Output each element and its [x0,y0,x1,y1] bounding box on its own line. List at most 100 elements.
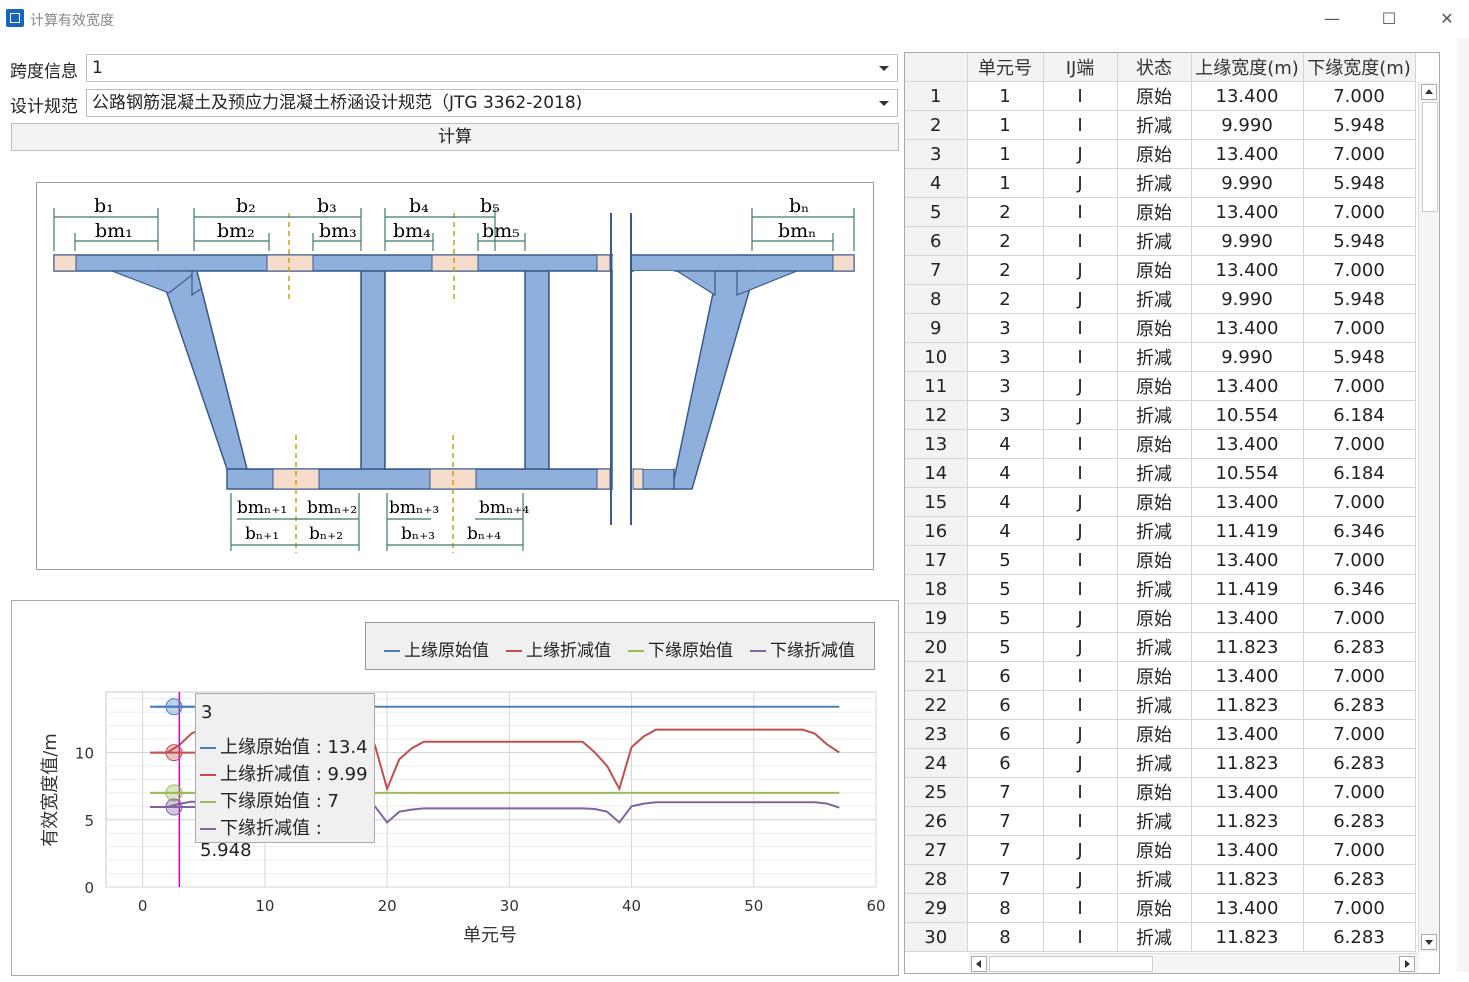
table-cell[interactable]: 13.400 [1191,255,1304,285]
table-cell[interactable]: 11.419 [1191,516,1304,546]
table-cell[interactable]: 7 [967,864,1044,894]
scroll-up-button[interactable] [1421,84,1437,100]
table-cell[interactable]: 原始 [1117,835,1192,865]
table-cell[interactable]: J [1043,255,1118,285]
row-number[interactable]: 19 [905,603,968,633]
table-row[interactable]: 14 4 I 折减 10.554 6.184 [905,458,1416,488]
table-cell[interactable]: 9.990 [1191,226,1304,256]
table-cell[interactable]: I [1043,690,1118,720]
table-cell[interactable]: 6.283 [1303,632,1416,662]
table-row[interactable]: 13 4 I 原始 13.400 7.000 [905,429,1416,459]
table-cell[interactable]: 折减 [1117,110,1192,140]
table-cell[interactable]: 5.948 [1303,226,1416,256]
table-cell[interactable]: 9.990 [1191,284,1304,314]
table-cell[interactable]: 11.823 [1191,864,1304,894]
table-cell[interactable]: 6 [967,748,1044,778]
table-cell[interactable]: 7.000 [1303,893,1416,923]
table-cell[interactable]: 原始 [1117,429,1192,459]
table-row[interactable]: 11 3 J 原始 13.400 7.000 [905,371,1416,401]
row-number[interactable]: 30 [905,922,968,952]
table-row[interactable]: 27 7 J 原始 13.400 7.000 [905,835,1416,865]
column-header[interactable]: 上缘宽度(m) [1191,53,1304,82]
table-cell[interactable]: 折减 [1117,748,1192,778]
row-number[interactable]: 18 [905,574,968,604]
close-button[interactable]: ✕ [1427,6,1467,32]
table-cell[interactable]: J [1043,603,1118,633]
table-row[interactable]: 15 4 J 原始 13.400 7.000 [905,487,1416,517]
row-number[interactable]: 7 [905,255,968,285]
table-row[interactable]: 20 5 J 折减 11.823 6.283 [905,632,1416,662]
table-cell[interactable]: 原始 [1117,603,1192,633]
table-cell[interactable]: 6 [967,690,1044,720]
table-cell[interactable]: 7.000 [1303,487,1416,517]
table-row[interactable]: 22 6 I 折减 11.823 6.283 [905,690,1416,720]
table-cell[interactable]: 13.400 [1191,835,1304,865]
table-cell[interactable]: 折减 [1117,342,1192,372]
table-row[interactable]: 21 6 I 原始 13.400 7.000 [905,661,1416,691]
table-cell[interactable]: I [1043,342,1118,372]
table-cell[interactable]: 3 [967,400,1044,430]
table-cell[interactable]: 4 [967,516,1044,546]
row-number[interactable]: 12 [905,400,968,430]
maximize-button[interactable]: ☐ [1369,6,1409,32]
scroll-down-button[interactable] [1421,934,1437,950]
minimize-button[interactable]: — [1312,6,1352,32]
table-cell[interactable]: 原始 [1117,255,1192,285]
table-cell[interactable]: 7 [967,777,1044,807]
table-row[interactable]: 1 1 I 原始 13.400 7.000 [905,81,1416,111]
table-row[interactable]: 16 4 J 折减 11.419 6.346 [905,516,1416,546]
table-cell[interactable]: J [1043,371,1118,401]
table-cell[interactable]: 7.000 [1303,139,1416,169]
row-number[interactable]: 15 [905,487,968,517]
table-cell[interactable]: I [1043,777,1118,807]
row-number[interactable]: 8 [905,284,968,314]
row-number[interactable]: 10 [905,342,968,372]
table-cell[interactable]: 9.990 [1191,110,1304,140]
row-number[interactable]: 23 [905,719,968,749]
table-cell[interactable]: 折减 [1117,168,1192,198]
table-cell[interactable]: 折减 [1117,632,1192,662]
table-cell[interactable]: 7.000 [1303,197,1416,227]
table-cell[interactable]: 11.419 [1191,574,1304,604]
table-cell[interactable]: 7.000 [1303,429,1416,459]
table-cell[interactable]: 4 [967,487,1044,517]
table-cell[interactable]: 6.283 [1303,922,1416,952]
table-cell[interactable]: 5.948 [1303,110,1416,140]
table-cell[interactable]: 7.000 [1303,661,1416,691]
table-cell[interactable]: I [1043,545,1118,575]
table-cell[interactable]: 3 [967,371,1044,401]
row-number[interactable]: 17 [905,545,968,575]
table-cell[interactable]: 7.000 [1303,835,1416,865]
table-cell[interactable]: 折减 [1117,574,1192,604]
table-row[interactable]: 30 8 I 折减 11.823 6.283 [905,922,1416,952]
table-cell[interactable]: 折减 [1117,226,1192,256]
scroll-left-button[interactable] [971,956,987,972]
table-row[interactable]: 28 7 J 折减 11.823 6.283 [905,864,1416,894]
table-cell[interactable]: 13.400 [1191,777,1304,807]
scroll-thumb[interactable] [1422,102,1438,212]
table-cell[interactable]: 3 [967,313,1044,343]
table-cell[interactable]: I [1043,922,1118,952]
table-row[interactable]: 26 7 I 折减 11.823 6.283 [905,806,1416,836]
table-cell[interactable]: 4 [967,429,1044,459]
table-cell[interactable]: 6.184 [1303,400,1416,430]
table-cell[interactable]: J [1043,516,1118,546]
table-cell[interactable]: 1 [967,110,1044,140]
table-cell[interactable]: 原始 [1117,893,1192,923]
table-cell[interactable]: 折减 [1117,922,1192,952]
row-number[interactable]: 24 [905,748,968,778]
table-cell[interactable]: 折减 [1117,458,1192,488]
table-cell[interactable]: 原始 [1117,777,1192,807]
table-row[interactable]: 24 6 J 折减 11.823 6.283 [905,748,1416,778]
table-cell[interactable]: 5.948 [1303,342,1416,372]
table-cell[interactable]: 原始 [1117,371,1192,401]
table-cell[interactable]: 11.823 [1191,922,1304,952]
table-row[interactable]: 9 3 I 原始 13.400 7.000 [905,313,1416,343]
table-cell[interactable]: 5 [967,603,1044,633]
table-row[interactable]: 8 2 J 折减 9.990 5.948 [905,284,1416,314]
table-cell[interactable]: 7.000 [1303,545,1416,575]
table-cell[interactable]: I [1043,458,1118,488]
table-cell[interactable]: I [1043,429,1118,459]
table-cell[interactable]: 6.184 [1303,458,1416,488]
row-number[interactable]: 13 [905,429,968,459]
